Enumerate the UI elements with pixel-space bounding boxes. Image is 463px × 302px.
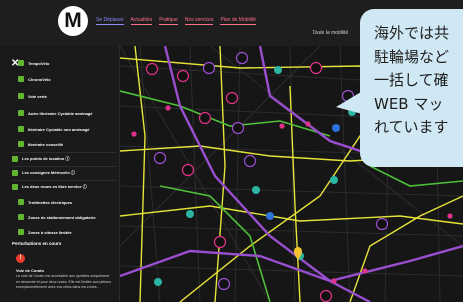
checkbox-checked-icon[interactable] (12, 170, 18, 176)
disruption-title: Voie de Corato (16, 268, 44, 273)
checkbox-checked-icon[interactable] (18, 60, 24, 66)
layer-libre-service[interactable]: Les deux roues en libre service ⓘ (12, 184, 87, 190)
layer-voie-verte[interactable]: Voie verte (18, 93, 47, 99)
checkbox-checked-icon[interactable] (12, 156, 18, 162)
divider (12, 180, 116, 181)
layer-vitesse-limitee[interactable]: Zones à vitesse limitée (18, 229, 72, 235)
menu-pratique[interactable]: Pratique (159, 17, 178, 25)
layer-label: ChronoVélo (28, 76, 51, 82)
layer-trottinettes[interactable]: Trottinettes électriques (18, 199, 72, 205)
warning-icon: ! (16, 254, 25, 263)
layer-label: Itinéraire conseillé (28, 141, 64, 147)
checkbox-checked-icon[interactable] (18, 110, 24, 116)
layer-points-location[interactable]: Les points de location ⓘ (12, 156, 69, 162)
menu-plan-de-mobilite[interactable]: Plan de Mobilité (220, 17, 257, 25)
checkbox-checked-icon[interactable] (18, 199, 24, 205)
menu-actualites[interactable]: Actualités (130, 17, 153, 25)
layer-non-amenage[interactable]: Itinéraire Cyclable non aménagé (18, 126, 89, 132)
layer-label: TempoVélo (28, 60, 50, 66)
layer-stationnement[interactable]: Zones de stationnement obligatoire (18, 214, 96, 220)
layer-consignes[interactable]: Les consignes Métrovélo ⓘ (12, 170, 75, 176)
divider (12, 152, 116, 153)
checkbox-checked-icon[interactable] (12, 184, 18, 190)
checkbox-checked-icon[interactable] (18, 126, 24, 132)
checkbox-checked-icon[interactable] (18, 214, 24, 220)
disruption-description: La voie de Corato est accessible aux cyc… (16, 274, 112, 290)
layer-label: Les deux roues en libre service ⓘ (22, 184, 87, 189)
speech-bubble-tail (336, 89, 366, 115)
slogan-text: Toute la mobilité (312, 30, 349, 36)
layer-amenage[interactable]: Autre itinéraire Cyclable aménagé (18, 110, 92, 116)
checkbox-checked-icon[interactable] (18, 93, 24, 99)
speech-bubble-text: 海外では共 駐輪場など 一括して確 WEB マッ れています (374, 24, 450, 136)
layer-label: Zones à vitesse limitée (28, 229, 72, 235)
layer-tempovelo[interactable]: TempoVélo (18, 60, 49, 66)
menu-se-deplacer[interactable]: Se Déplacer (96, 17, 124, 25)
divider (12, 166, 116, 167)
main-menu: Se Déplacer Actualités Pratique Nos serv… (96, 17, 257, 25)
layer-chronovelo[interactable]: ChronoVélo (18, 76, 51, 82)
checkbox-checked-icon[interactable] (18, 76, 24, 82)
layer-label: Voie verte (28, 93, 47, 99)
layer-label: Les consignes Métrovélo ⓘ (22, 170, 75, 175)
layer-label: Itinéraire Cyclable non aménagé (28, 126, 90, 132)
layer-label: Trottinettes électriques (28, 199, 73, 205)
checkbox-checked-icon[interactable] (18, 141, 24, 147)
menu-nos-services[interactable]: Nos services (184, 17, 214, 25)
metromobilite-logo[interactable]: M (58, 6, 88, 36)
disruptions-heading: Perturbations en cours (12, 241, 62, 246)
layer-label: Zones de stationnement obligatoire (28, 214, 96, 220)
checkbox-checked-icon[interactable] (18, 229, 24, 235)
layer-label: Les points de location ⓘ (22, 156, 70, 161)
layer-conseille[interactable]: Itinéraire conseillé (18, 141, 63, 147)
layer-label: Autre itinéraire Cyclable aménagé (28, 110, 93, 116)
